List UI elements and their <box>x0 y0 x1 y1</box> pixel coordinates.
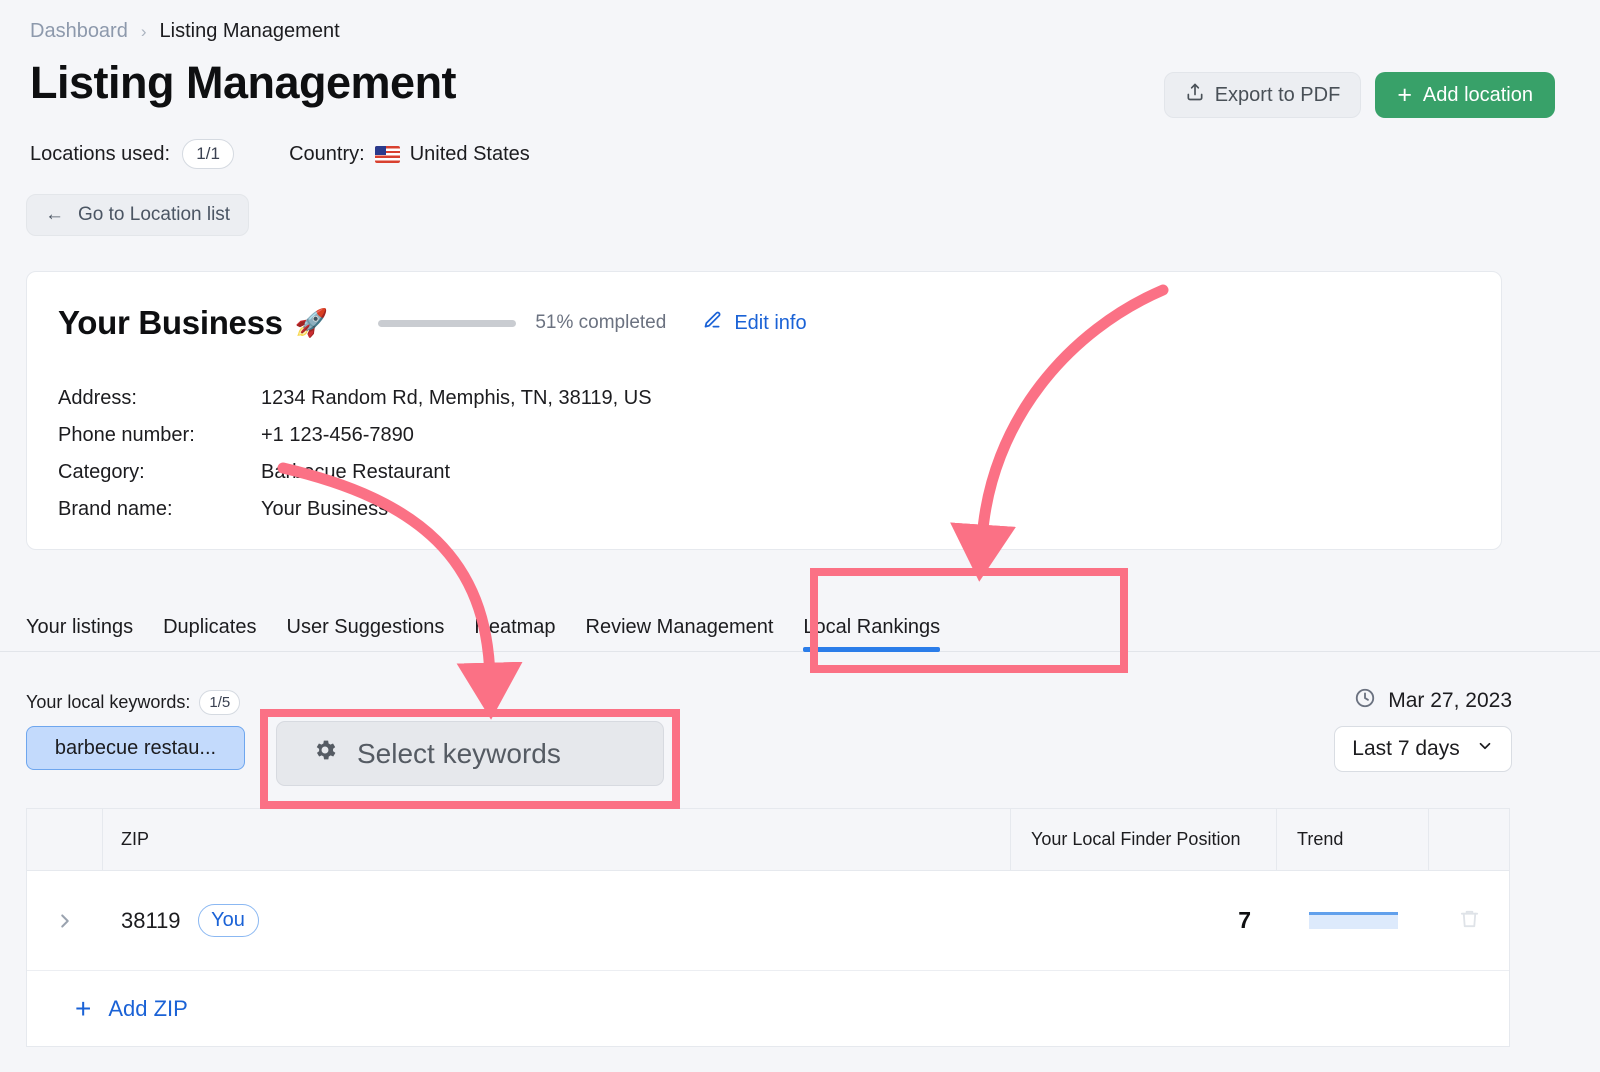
table-header-actions <box>1429 809 1509 870</box>
meta-row: Locations used: 1/1 Country: United Stat… <box>30 139 530 169</box>
add-location-button[interactable]: + Add location <box>1375 72 1555 118</box>
trend-cell <box>1277 871 1429 970</box>
table-header-expand <box>27 809 103 870</box>
country-label: Country: <box>289 142 365 165</box>
row-actions-cell <box>1429 871 1509 970</box>
last-update-date: Mar 27, 2023 <box>1388 689 1512 712</box>
you-badge: You <box>197 904 259 937</box>
export-to-pdf-button[interactable]: Export to PDF <box>1163 72 1362 118</box>
header-actions: Export to PDF + Add location <box>1163 72 1555 118</box>
category-label: Category: <box>58 461 145 483</box>
chevron-down-icon <box>1476 737 1494 761</box>
local-rankings-table: ZIP Your Local Finder Position Trend 381… <box>26 808 1510 1047</box>
breadcrumb-dashboard[interactable]: Dashboard <box>30 20 128 43</box>
tab-bar: Your listings Duplicates User Suggestion… <box>0 602 1600 652</box>
zip-value: 38119 <box>121 907 181 933</box>
address-value: 1234 Random Rd, Memphis, TN, 38119, US <box>261 387 652 409</box>
trash-icon[interactable] <box>1458 907 1481 935</box>
local-finder-position-value: 7 <box>1238 907 1251 933</box>
local-finder-position-cell: 7 <box>1011 871 1277 970</box>
business-field-row: Phone number: +1 123-456-7890 <box>58 417 652 454</box>
brand-name-value: Your Business <box>261 498 389 520</box>
add-zip-row: + Add ZIP <box>27 971 1509 1046</box>
business-name: Your Business <box>58 304 283 341</box>
local-keywords-count: 1/5 <box>199 690 241 715</box>
completion-progress-label: 51% completed <box>535 312 667 333</box>
tab-review-management[interactable]: Review Management <box>586 602 774 652</box>
tab-list: Your listings Duplicates User Suggestion… <box>26 602 940 652</box>
go-to-location-list-label: Go to Location list <box>78 204 231 225</box>
pencil-icon <box>702 310 723 337</box>
country-value: United States <box>409 142 530 165</box>
local-keywords-label: Your local keywords: <box>26 692 191 712</box>
us-flag-icon <box>374 145 400 163</box>
tab-user-suggestions[interactable]: User Suggestions <box>287 602 445 652</box>
rocket-icon: 🚀 <box>294 308 329 338</box>
table-header-row: ZIP Your Local Finder Position Trend <box>27 809 1509 871</box>
last-update-date-group: Mar 27, 2023 <box>1354 687 1512 715</box>
country-group: Country: United States <box>289 143 530 166</box>
locations-used-value: 1/1 <box>182 139 235 169</box>
breadcrumb: Dashboard › Listing Management <box>30 20 340 43</box>
zip-cell: 38119 You <box>103 871 1011 970</box>
address-label: Address: <box>58 387 137 409</box>
highlight-box-select-keywords <box>260 709 680 809</box>
period-dropdown-value: Last 7 days <box>1352 737 1460 760</box>
add-zip-label: Add ZIP <box>108 995 188 1021</box>
business-info-card: Your Business 🚀 51% completed Edit info … <box>26 271 1502 550</box>
go-to-location-list-button[interactable]: ← Go to Location list <box>26 194 250 236</box>
upload-icon <box>1185 82 1205 108</box>
business-header: Your Business 🚀 51% completed Edit info <box>58 304 807 342</box>
brand-name-label: Brand name: <box>58 498 173 520</box>
phone-value: +1 123-456-7890 <box>261 424 414 446</box>
plus-icon: + <box>1397 80 1412 109</box>
add-location-label: Add location <box>1422 83 1533 106</box>
table-header-trend: Trend <box>1277 809 1429 870</box>
tab-duplicates[interactable]: Duplicates <box>163 602 256 652</box>
expand-row-button[interactable] <box>27 871 103 970</box>
edit-info-label: Edit info <box>734 311 807 334</box>
completion-progress-bar <box>378 319 517 327</box>
highlight-box-local-rankings <box>810 568 1128 673</box>
business-field-row: Address: 1234 Random Rd, Memphis, TN, 38… <box>58 380 652 417</box>
plus-icon: + <box>75 992 92 1024</box>
local-keywords-label-group: Your local keywords: 1/5 <box>26 690 241 715</box>
trend-sparkline <box>1308 912 1398 929</box>
clock-icon <box>1354 687 1376 715</box>
page-root: Dashboard › Listing Management Listing M… <box>0 0 1600 1072</box>
page-title: Listing Management <box>30 57 457 108</box>
keyword-chip-barbecue-restaurant[interactable]: barbecue restau... <box>26 726 245 770</box>
arrow-left-icon: ← <box>45 204 64 225</box>
business-field-row: Brand name: Your Business <box>58 491 652 528</box>
locations-used-label: Locations used: <box>30 142 171 165</box>
tab-your-listings[interactable]: Your listings <box>26 602 133 652</box>
table-row[interactable]: 38119 You 7 <box>27 871 1509 971</box>
business-field-row: Category: Barbecue Restaurant <box>58 454 652 491</box>
table-header-zip: ZIP <box>103 809 1011 870</box>
edit-info-button[interactable]: Edit info <box>702 310 807 337</box>
phone-label: Phone number: <box>58 424 195 446</box>
business-fields: Address: 1234 Random Rd, Memphis, TN, 38… <box>58 380 652 528</box>
chevron-right-icon <box>61 913 69 928</box>
tab-heatmap[interactable]: Heatmap <box>474 602 555 652</box>
add-zip-button[interactable]: + Add ZIP <box>75 992 188 1024</box>
breadcrumb-current[interactable]: Listing Management <box>160 20 340 43</box>
table-header-position: Your Local Finder Position <box>1011 809 1277 870</box>
period-dropdown[interactable]: Last 7 days <box>1334 726 1512 772</box>
chevron-right-icon: › <box>140 22 147 41</box>
category-value: Barbecue Restaurant <box>261 461 451 483</box>
export-to-pdf-label: Export to PDF <box>1214 83 1341 106</box>
